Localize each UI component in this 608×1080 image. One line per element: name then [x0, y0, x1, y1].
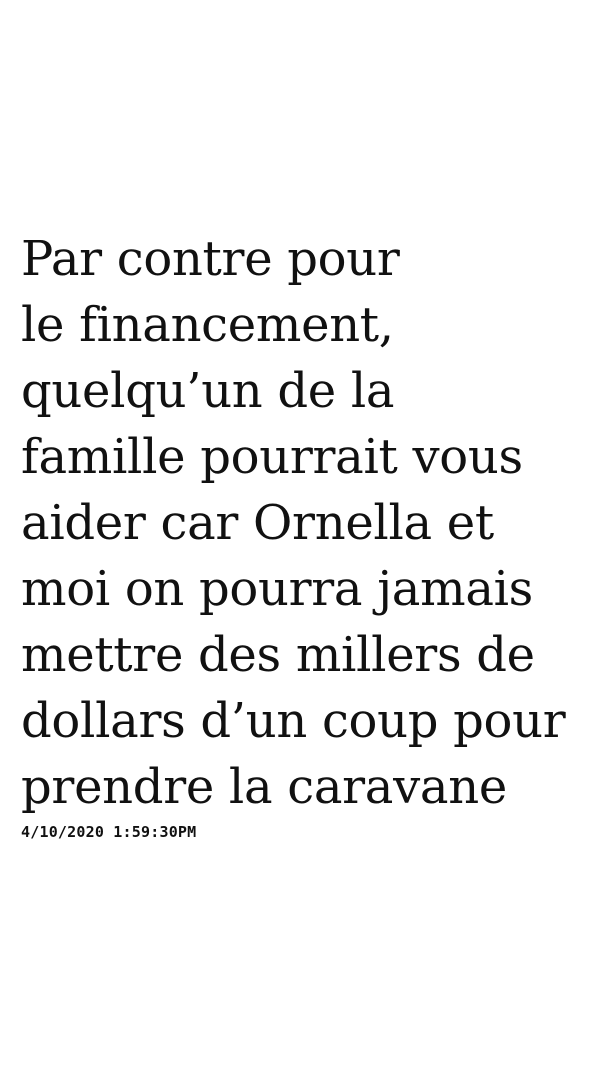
message-line: Par contre pour: [21, 231, 400, 287]
message-line: dollars d’un coup pour: [21, 693, 566, 749]
message-line: prendre la caravane: [21, 759, 507, 815]
message-text: Par contre pour le financement, quelqu’u…: [21, 226, 596, 820]
message-line: moi on pourra jamais: [21, 561, 534, 617]
message-timestamp: 4/10/2020 1:59:30PM: [21, 823, 197, 841]
message-card: Par contre pour le financement, quelqu’u…: [21, 226, 596, 842]
message-line: famille pourrait vous: [21, 429, 523, 485]
message-line: le financement,: [21, 297, 394, 353]
message-line: aider car Ornella et: [21, 495, 494, 551]
message-line: mettre des millers de: [21, 627, 535, 683]
message-line: quelqu’un de la: [21, 363, 395, 419]
